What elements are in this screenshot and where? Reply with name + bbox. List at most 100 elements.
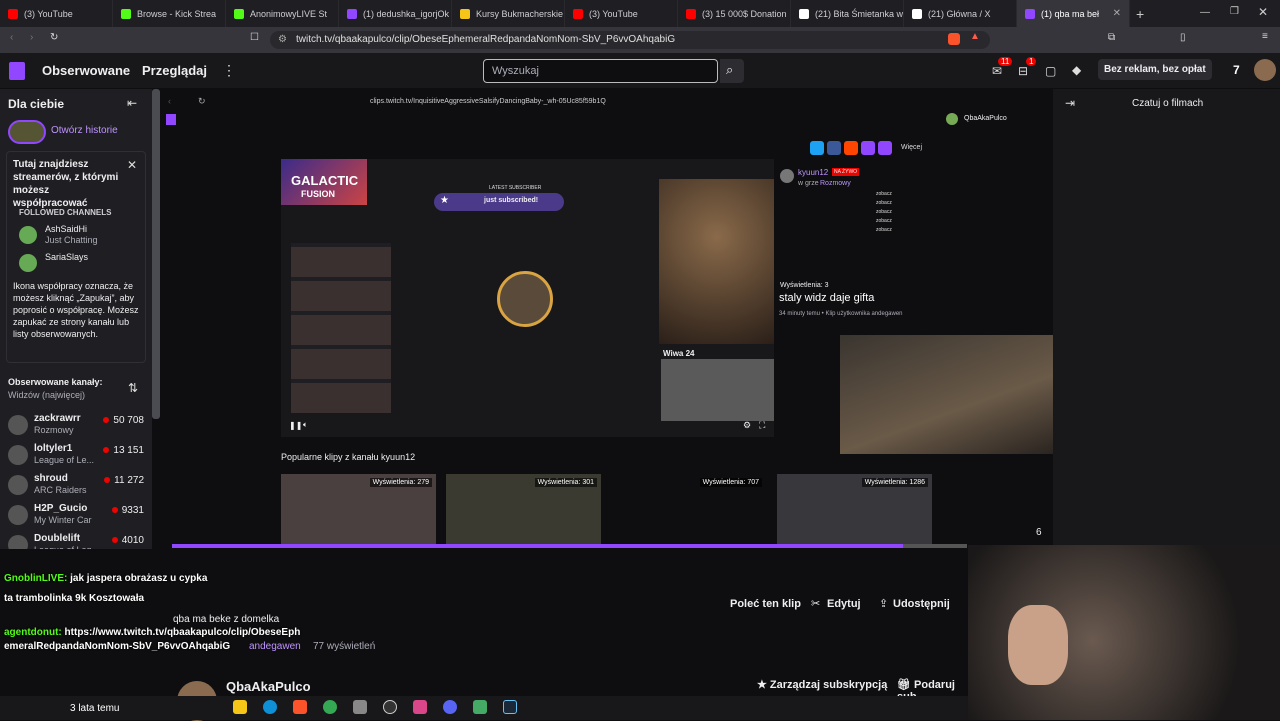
tab-0[interactable]: (3) YouTube (0, 0, 113, 27)
inner-channel-name[interactable]: QbaAkaPulco (964, 115, 1007, 122)
manage-sub-button[interactable]: ★ Zarządzaj subskrypcją (757, 678, 887, 691)
clip-thumb[interactable]: Wyświetlenia: 1286 (777, 474, 932, 548)
facebook-icon[interactable] (827, 141, 841, 155)
user-avatar[interactable] (1254, 59, 1276, 81)
sort-label[interactable]: Widzów (najwięcej) (8, 390, 85, 400)
tab-6[interactable]: (3) 15 000$ Donation (678, 0, 791, 27)
edit-button[interactable]: Edytuj (827, 598, 861, 610)
obs-icon[interactable] (383, 700, 397, 714)
tab-3[interactable]: (1) dedushka_igorjOk (339, 0, 452, 27)
bookmark-icon[interactable]: ☐ (250, 32, 259, 43)
settings-icon[interactable]: ⚙ (743, 420, 751, 431)
scissors-icon[interactable]: ✂ (811, 597, 820, 610)
open-stories-link[interactable]: Otwórz historie (51, 125, 118, 136)
chrome-icon[interactable] (323, 700, 337, 714)
popular-clips-label: Popularne klipy z kanału kyuun12 (281, 452, 416, 462)
fullscreen-icon[interactable]: ⛶ (759, 420, 765, 431)
channel-name: loltyler1 (34, 443, 73, 454)
tab-7[interactable]: (21) Bita Śmietanka w (791, 0, 904, 27)
channel-name[interactable]: QbaAkaPulco (226, 679, 311, 694)
url-field[interactable]: ⚙ twitch.tv/qbaakapulco/clip/ObeseEpheme… (270, 31, 990, 49)
clip-thumb[interactable]: Wyświetlenia: 279 (281, 474, 436, 548)
app-icon[interactable] (353, 700, 367, 714)
steam-icon[interactable] (503, 700, 517, 714)
discord-icon[interactable] (443, 700, 457, 714)
reload-icon[interactable]: ↻ (50, 32, 58, 43)
brave-icon[interactable] (293, 700, 307, 714)
ad-free-button[interactable]: Bez reklam, bez opłat (1098, 59, 1212, 80)
minimize-icon[interactable]: — (1200, 7, 1210, 18)
new-tab-button[interactable]: + (1136, 6, 1144, 22)
tab-close-icon[interactable]: ✕ (1113, 8, 1121, 19)
channel-item[interactable]: shroud ARC Raiders 11 272 (8, 473, 148, 501)
sort-icon[interactable]: ⇅ (128, 381, 138, 395)
menu-icon[interactable]: ≡ (1262, 31, 1268, 42)
forward-icon[interactable]: › (30, 32, 33, 43)
collab-channel[interactable]: SariaSlays (19, 252, 139, 280)
reddit-icon[interactable] (844, 141, 858, 155)
search-button[interactable]: ⌕ (720, 59, 744, 83)
streamer-name[interactable]: kyuun12 (798, 168, 828, 177)
search-input[interactable]: Wyszukaj (483, 59, 718, 83)
more-share-button[interactable]: Więcej (901, 141, 922, 155)
twitch-share-icon[interactable] (878, 141, 892, 155)
inbox-icon[interactable]: ⊟ (1018, 64, 1028, 78)
bits-icon[interactable]: ◆ (1072, 63, 1081, 77)
channel-item[interactable]: loltyler1 League of Le... 13 151 (8, 443, 148, 471)
pause-icon[interactable]: ❚❚ (289, 421, 302, 430)
inbox-badge: 1 (1026, 57, 1037, 66)
player-progress-track[interactable] (172, 544, 967, 548)
inner-url[interactable]: clips.twitch.tv/InquisitiveAggressiveSal… (370, 98, 606, 105)
tab-8[interactable]: (21) Główna / X (904, 0, 1017, 27)
nav-followed[interactable]: Obserwowane (42, 63, 130, 78)
tab-5[interactable]: (3) YouTube (565, 0, 678, 27)
tab-4[interactable]: Kursy Bukmacherskie Z (452, 0, 565, 27)
site-info-icon[interactable]: ⚙ (278, 31, 287, 49)
tab-9[interactable]: (1) qba ma beł ✕ (1017, 0, 1130, 27)
clip-thumb[interactable]: Wyświetlenia: 707 (611, 474, 766, 548)
share-button[interactable]: Udostępnij (893, 598, 950, 610)
clip-author[interactable]: andegawen (249, 641, 301, 652)
clip-thumb[interactable]: Wyświetlenia: 301 (446, 474, 601, 548)
twitter-icon[interactable] (810, 141, 824, 155)
volume-icon[interactable]: 🔈︎ (303, 420, 308, 430)
more-options-icon[interactable]: ⋮ (222, 62, 236, 79)
app2-icon[interactable] (473, 700, 487, 714)
category-link[interactable]: Rozmowy (820, 180, 851, 187)
recommend-button[interactable]: Poleć ten klip (730, 598, 801, 610)
collab-channel[interactable]: AshSaidHi Just Chatting (19, 224, 139, 252)
inner-channel-avatar[interactable] (946, 113, 958, 125)
edge-icon[interactable] (263, 700, 277, 714)
notifications-icon[interactable]: ✉ (992, 64, 1002, 78)
maximize-icon[interactable]: ❐ (1230, 6, 1239, 17)
vk-icon[interactable] (861, 141, 875, 155)
extensions-icon[interactable]: ⧉ (1108, 32, 1115, 43)
side-chat-line: zobacz (876, 209, 892, 215)
whispers-icon[interactable]: ▢ (1045, 64, 1056, 78)
streamer-avatar[interactable] (780, 169, 794, 183)
sidebar-toggle-icon[interactable]: ▯ (1180, 32, 1186, 43)
channel-item[interactable]: H2P_Gucio My Winter Car 9331 (8, 503, 148, 531)
brave-shield-icon[interactable] (948, 33, 960, 45)
rewards-icon[interactable]: ▲ (970, 31, 980, 42)
file-explorer-icon[interactable] (233, 700, 247, 714)
inner-back-icon[interactable]: ‹ (168, 96, 171, 106)
close-card-icon[interactable]: ✕ (127, 158, 137, 172)
clip-video[interactable]: GALACTIC FUSION ★ just subscribed! LATES… (281, 159, 774, 437)
stories-avatar[interactable] (8, 120, 46, 144)
collapse-sidebar-icon[interactable]: ⇤ (127, 96, 137, 110)
channel-item[interactable]: zackrawrr Rozmowy 50 708 (8, 413, 148, 441)
tab-2[interactable]: AnonimowyLIVE St (226, 0, 339, 27)
inner-twitch-logo-icon[interactable] (166, 114, 176, 125)
turbo-icon[interactable]: 7 (1233, 63, 1240, 77)
sidebar-scrollbar[interactable] (152, 89, 160, 419)
back-icon[interactable]: ‹ (10, 32, 13, 43)
expand-panel-icon[interactable]: ⇥ (1065, 96, 1075, 110)
close-window-icon[interactable]: ✕ (1258, 5, 1268, 19)
nav-browse[interactable]: Przeglądaj (142, 63, 207, 78)
inner-reload-icon[interactable]: ↻ (198, 96, 206, 107)
share-icon[interactable]: ⇪ (879, 597, 888, 610)
twitch-logo-icon[interactable] (9, 62, 25, 80)
tab-1[interactable]: Browse - Kick Strea (113, 0, 226, 27)
game-icon[interactable] (413, 700, 427, 714)
